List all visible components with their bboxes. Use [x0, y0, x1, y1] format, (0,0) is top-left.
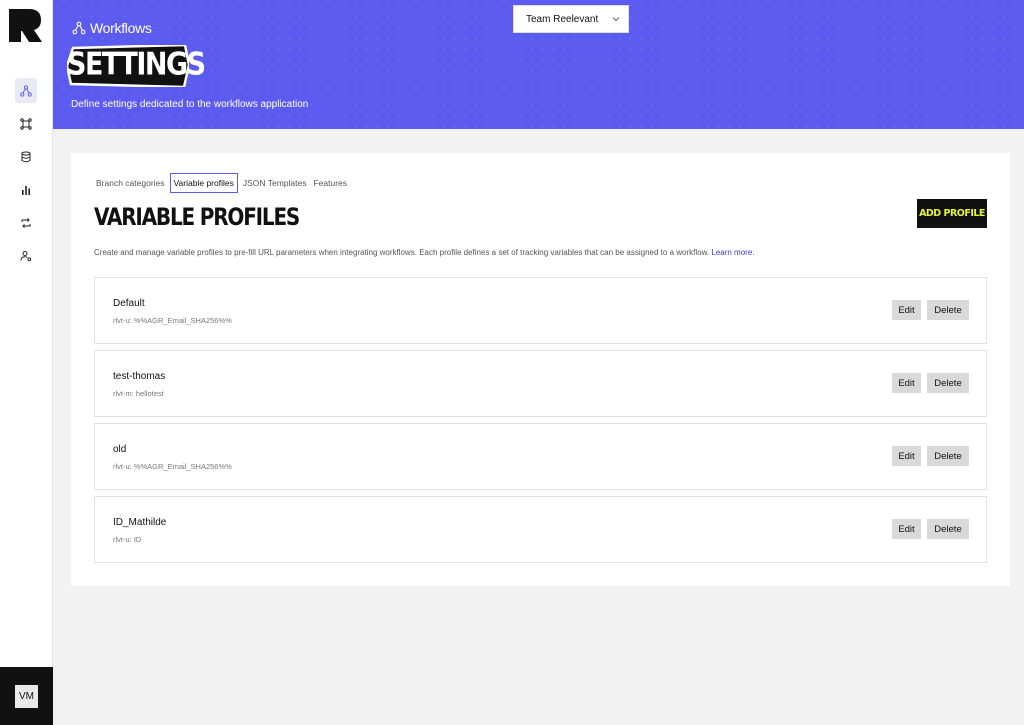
delete-button[interactable]: Delete: [927, 300, 969, 320]
profile-variables: rlvt-u: %%AGR_Email_SHA256%%: [113, 316, 232, 325]
profile-name: old: [113, 444, 127, 455]
page-header: Workflows SETTINGS Define settings dedic…: [53, 0, 1024, 129]
workflows-icon: [72, 21, 86, 35]
page-subtitle: Define settings dedicated to the workflo…: [71, 99, 309, 110]
profile-variables: rlvt-m: hellotest: [113, 389, 164, 398]
edit-button[interactable]: Edit: [892, 446, 921, 466]
nav-analytics[interactable]: [15, 177, 37, 202]
delete-button[interactable]: Delete: [927, 373, 969, 393]
nav-integrations[interactable]: [15, 111, 37, 136]
analytics-icon: [22, 185, 30, 195]
profile-variables: rlvt-u: %%AGR_Email_SHA256%%: [113, 462, 232, 471]
page-title-badge: SETTINGS: [67, 45, 206, 87]
profile-name: ID_Mathilde: [113, 517, 167, 528]
nav-database[interactable]: [15, 144, 37, 169]
integrations-icon: [20, 117, 32, 130]
profile-name: test-thomas: [113, 371, 166, 382]
tab-variable-profiles[interactable]: Variable profiles: [169, 173, 238, 193]
tab-json-templates[interactable]: JSON Templates: [241, 175, 309, 191]
profile-variables: rlvt-u: ID: [113, 535, 142, 544]
workflows-icon: [20, 84, 32, 97]
description-period: .: [752, 248, 755, 257]
database-icon: [21, 151, 31, 162]
edit-button[interactable]: Edit: [892, 300, 921, 320]
delete-button[interactable]: Delete: [927, 519, 969, 539]
tab-features[interactable]: Features: [311, 175, 349, 191]
app-name-label: Workflows: [90, 20, 152, 36]
learn-more-link[interactable]: Learn more: [711, 248, 752, 257]
section-description: Create and manage variable profiles to p…: [94, 248, 755, 257]
profile-item: test-thomas rlvt-m: hellotest Edit Delet…: [94, 350, 987, 417]
app-name[interactable]: Workflows: [72, 20, 152, 36]
description-text: Create and manage variable profiles to p…: [94, 248, 710, 257]
profile-item: ID_Mathilde rlvt-u: ID Edit Delete: [94, 496, 987, 563]
user-avatar[interactable]: VM: [15, 684, 38, 708]
edit-button[interactable]: Edit: [892, 519, 921, 539]
section-title: VARIABLE PROFILES: [94, 202, 300, 231]
nav-sync[interactable]: [15, 210, 37, 235]
settings-tabs: Branch categories Variable profiles JSON…: [94, 173, 352, 193]
sidebar: VM: [0, 0, 53, 725]
team-select[interactable]: Team Reelevant: [513, 5, 629, 33]
user-settings-icon: [20, 250, 32, 261]
edit-button[interactable]: Edit: [892, 373, 921, 393]
profile-item: Default rlvt-u: %%AGR_Email_SHA256%% Edi…: [94, 277, 987, 344]
nav-user-settings[interactable]: [15, 243, 37, 268]
nav-workflows[interactable]: [15, 78, 37, 103]
page-title: SETTINGS: [67, 46, 206, 83]
profile-item: old rlvt-u: %%AGR_Email_SHA256%% Edit De…: [94, 423, 987, 490]
settings-card: Branch categories Variable profiles JSON…: [71, 153, 1010, 586]
tab-branch-categories[interactable]: Branch categories: [94, 175, 167, 191]
profile-name: Default: [113, 298, 145, 309]
profile-list: Default rlvt-u: %%AGR_Email_SHA256%% Edi…: [94, 277, 987, 569]
add-profile-button[interactable]: ADD PROFILE: [917, 199, 987, 228]
sidebar-nav: [0, 78, 53, 276]
team-select-value: Team Reelevant: [526, 13, 599, 25]
reelevant-logo[interactable]: [9, 9, 42, 42]
chevron-down-icon: [612, 17, 620, 22]
delete-button[interactable]: Delete: [927, 446, 969, 466]
sidebar-footer: VM: [0, 667, 53, 725]
sync-icon: [21, 217, 31, 228]
